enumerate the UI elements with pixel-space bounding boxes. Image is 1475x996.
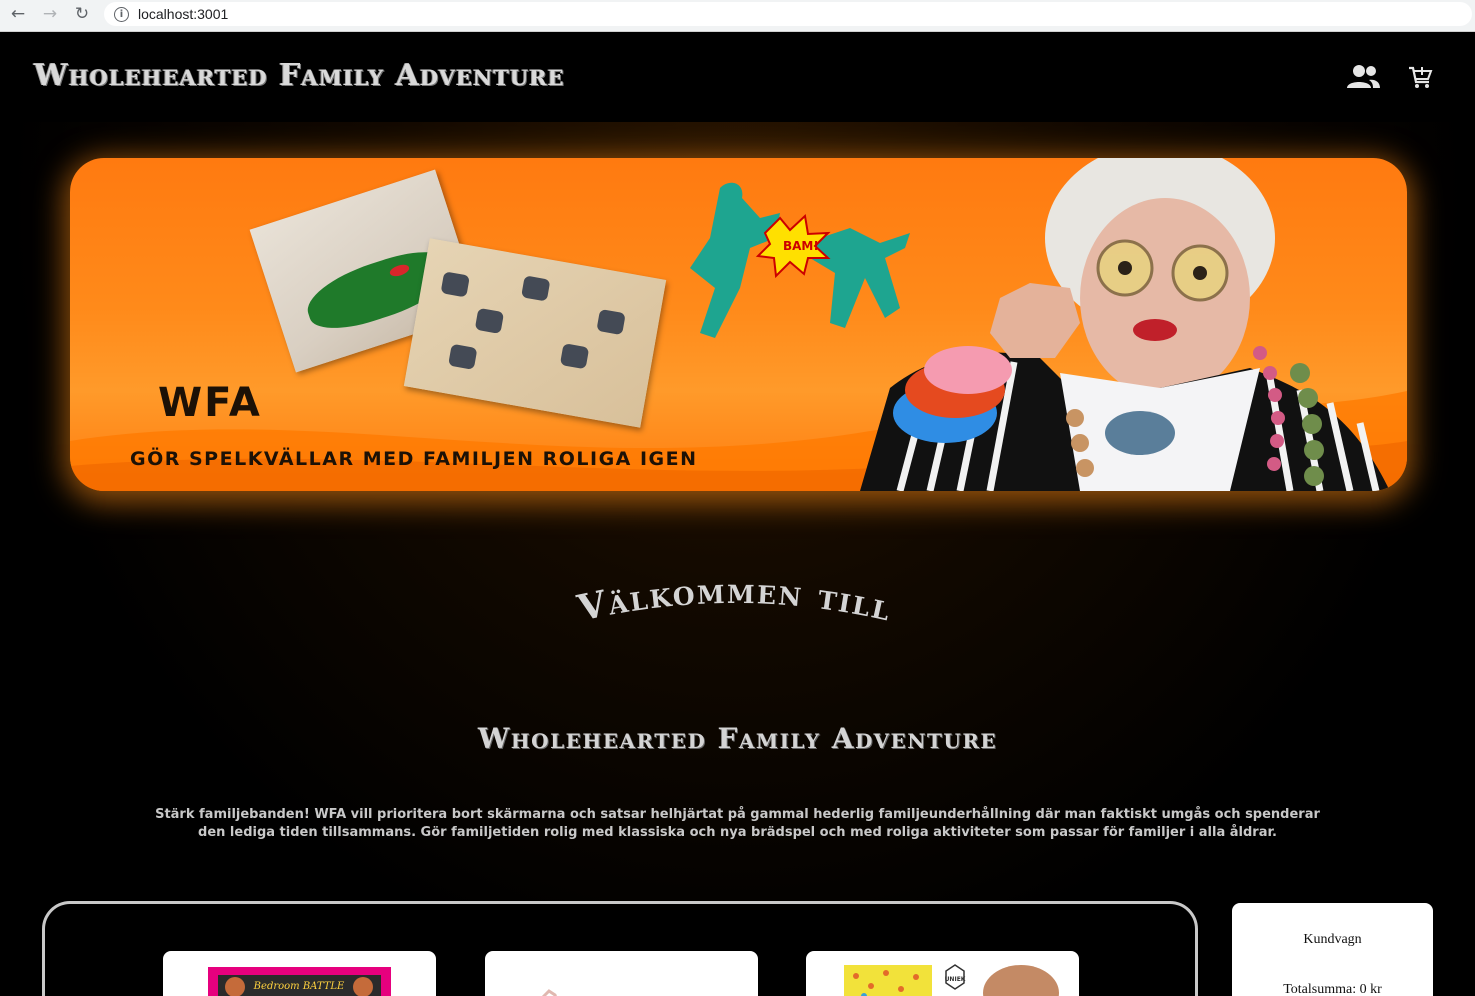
reload-icon[interactable]: ↻: [70, 4, 94, 24]
browser-toolbar: ← → ↻ i localhost:3001: [0, 0, 1475, 32]
product-card[interactable]: Bedroom BATTLE: [163, 951, 436, 996]
product-list: Bedroom BATTLE UNIEK: [42, 901, 1198, 996]
welcome-heading: Välkommen till: [510, 570, 960, 648]
site-header: Wholehearted Family Adventure: [0, 32, 1475, 122]
product-image: UNIEK: [844, 964, 1059, 996]
product-image: Bedroom BATTLE: [208, 967, 391, 996]
banner-lady-image: [860, 158, 1390, 491]
banner-tagline: Gör spelkvällar med familjen roliga igen: [130, 448, 698, 470]
intro-text: Stärk familjebanden! WFA vill prioritera…: [155, 807, 1320, 840]
address-bar[interactable]: i localhost:3001: [104, 2, 1472, 26]
cart-total: Totalsumma: 0 kr: [1283, 982, 1382, 996]
product-image-text: Bedroom BATTLE: [253, 981, 345, 992]
cart-icon[interactable]: [1405, 62, 1435, 92]
info-icon[interactable]: i: [114, 6, 129, 22]
product-card[interactable]: UNIEK: [806, 951, 1079, 996]
welcome-heading-text: Välkommen till: [573, 570, 894, 630]
back-arrow-icon[interactable]: ←: [6, 4, 30, 24]
product-image-text: UNIEK: [945, 976, 966, 983]
cart-title: Kundvagn: [1303, 932, 1362, 947]
url-text: localhost:3001: [138, 6, 229, 22]
site-title[interactable]: Wholehearted Family Adventure: [34, 58, 565, 93]
forward-arrow-icon[interactable]: →: [38, 4, 62, 24]
product-card[interactable]: [485, 951, 758, 996]
svg-text:Välkommen till: Välkommen till: [573, 578, 896, 630]
welcome-subheading: Wholehearted Family Adventure: [477, 722, 998, 755]
cart-panel[interactable]: Kundvagn Totalsumma: 0 kr: [1232, 903, 1433, 996]
users-icon[interactable]: [1345, 62, 1381, 92]
hero-banner: BAM! WFA Gör spelkvällar med familjen ro…: [70, 158, 1407, 491]
comic-bam-text: BAM!: [783, 239, 819, 253]
product-image: [541, 989, 557, 996]
banner-brand: WFA: [158, 380, 262, 426]
